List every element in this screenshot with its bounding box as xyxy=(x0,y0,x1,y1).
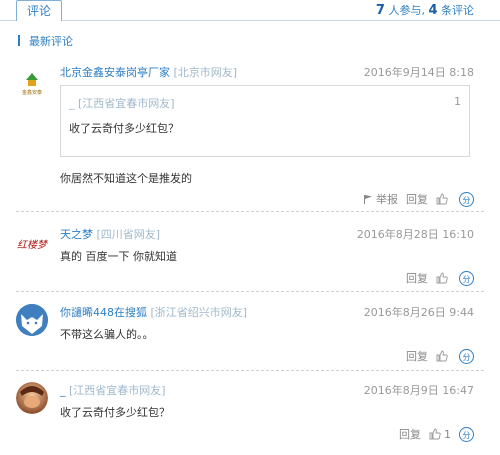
share-button[interactable]: 分 xyxy=(459,348,474,364)
comment-actions: 回复 分 xyxy=(406,270,474,286)
comment-text: 你居然不知道这个是推发的 xyxy=(60,172,192,185)
user-location: [四川省网友] xyxy=(96,228,161,241)
floor-number: 1 xyxy=(454,95,461,108)
calligraphy-logo-icon: 红楼梦 xyxy=(16,226,48,258)
participant-count: 7 xyxy=(375,3,385,18)
username-link[interactable]: 北京金鑫安泰岗亭厂家 xyxy=(60,66,170,79)
like-button[interactable]: 1 xyxy=(429,428,451,441)
comment-item: 金鑫安泰 北京金鑫安泰岗亭厂家 [北京市网友] 2016年9月14日 8:18 … xyxy=(0,60,500,210)
tab-comments[interactable]: 评论 xyxy=(16,0,62,21)
user-location: [浙江省绍兴市网友] xyxy=(150,306,248,319)
share-button[interactable]: 分 xyxy=(459,270,474,286)
comment-count: 4 xyxy=(428,3,438,18)
comment-date: 2016年9月14日 8:18 xyxy=(363,66,474,79)
comment-user: 你譴晞448在搜狐 [浙江省绍兴市网友] xyxy=(60,304,247,320)
username-link[interactable]: 你譴晞448在搜狐 xyxy=(60,306,147,319)
share-button[interactable]: 分 xyxy=(459,191,474,207)
comment-actions: 回复 1 分 xyxy=(399,426,474,442)
reply-button[interactable]: 回复 xyxy=(406,191,428,207)
comment-user: 北京金鑫安泰岗亭厂家 [北京市网友] xyxy=(60,64,237,80)
latest-comments-heading: 最新评论 xyxy=(18,33,73,48)
share-button[interactable]: 分 xyxy=(459,426,474,442)
comment-item: _ [江西省宜春市网友] 2016年8月9日 16:47 收了云奇付多少红包？ … xyxy=(0,378,500,453)
avatar[interactable] xyxy=(16,382,48,414)
thumbs-up-icon xyxy=(436,272,448,284)
comment-actions: 举报 回复 分 xyxy=(363,191,474,207)
comment-divider xyxy=(16,211,484,212)
comment-text: 收了云奇付多少红包？ xyxy=(60,406,170,419)
flag-icon xyxy=(364,195,372,204)
report-button[interactable]: 举报 xyxy=(363,191,398,207)
reply-button[interactable]: 回复 xyxy=(399,426,421,442)
quoted-comment: _ [江西省宜春市网友] 1 收了云奇付多少红包？ xyxy=(60,85,470,157)
report-label: 举报 xyxy=(376,193,398,206)
reply-button[interactable]: 回复 xyxy=(406,270,428,286)
username-link[interactable]: _ xyxy=(60,384,66,397)
comment-date: 2016年8月26日 9:44 xyxy=(363,306,474,319)
avatar[interactable]: 金鑫安泰 xyxy=(16,66,48,98)
comment-date: 2016年8月28日 16:10 xyxy=(356,228,474,241)
user-location: [江西省宜春市网友] xyxy=(69,384,166,397)
avatar[interactable]: 红楼梦 xyxy=(16,226,48,258)
avatar[interactable] xyxy=(16,304,48,336)
comment-divider xyxy=(16,370,484,371)
like-button[interactable] xyxy=(436,272,451,284)
comment-text: 不带这么骗人的。。 xyxy=(60,328,154,341)
comment-label: 条评论 xyxy=(441,4,474,17)
comment-item: 红楼梦 天之梦 [四川省网友] 2016年8月28日 16:10 真的 百度一下… xyxy=(0,222,500,292)
section-title: 最新评论 xyxy=(29,35,73,48)
svg-text:金鑫安泰: 金鑫安泰 xyxy=(22,89,42,96)
thumbs-up-icon xyxy=(429,428,441,440)
quoted-text: 收了云奇付多少红包？ xyxy=(69,122,179,135)
comment-actions: 回复 分 xyxy=(406,348,474,364)
user-location: [北京市网友] xyxy=(173,66,238,79)
participant-label: 人参与, xyxy=(388,4,425,17)
comment-item: 你譴晞448在搜狐 [浙江省绍兴市网友] 2016年8月26日 9:44 不带这… xyxy=(0,300,500,370)
photo-avatar-icon xyxy=(16,382,48,414)
comment-stats: 7 人参与, 4 条评论 xyxy=(376,2,474,18)
like-count: 1 xyxy=(444,427,451,441)
comments-header: 评论 7 人参与, 4 条评论 xyxy=(0,0,500,24)
fox-avatar-icon xyxy=(16,304,48,336)
like-button[interactable] xyxy=(436,193,451,205)
comment-user: _ [江西省宜春市网友] xyxy=(60,382,166,398)
username-link[interactable]: 天之梦 xyxy=(60,228,93,241)
quoted-user[interactable]: _ [江西省宜春市网友] xyxy=(69,95,175,111)
thumbs-up-icon xyxy=(436,350,448,362)
svg-text:红楼梦: 红楼梦 xyxy=(17,239,48,251)
company-logo-icon: 金鑫安泰 xyxy=(16,66,48,98)
comment-divider xyxy=(16,291,484,292)
comment-date: 2016年8月9日 16:47 xyxy=(363,384,474,397)
header-divider xyxy=(0,20,500,21)
reply-button[interactable]: 回复 xyxy=(406,348,428,364)
like-button[interactable] xyxy=(436,350,451,362)
comment-text: 真的 百度一下 你就知道 xyxy=(60,250,177,263)
thumbs-up-icon xyxy=(436,193,448,205)
section-marker xyxy=(18,35,20,46)
comment-user: 天之梦 [四川省网友] xyxy=(60,226,160,242)
